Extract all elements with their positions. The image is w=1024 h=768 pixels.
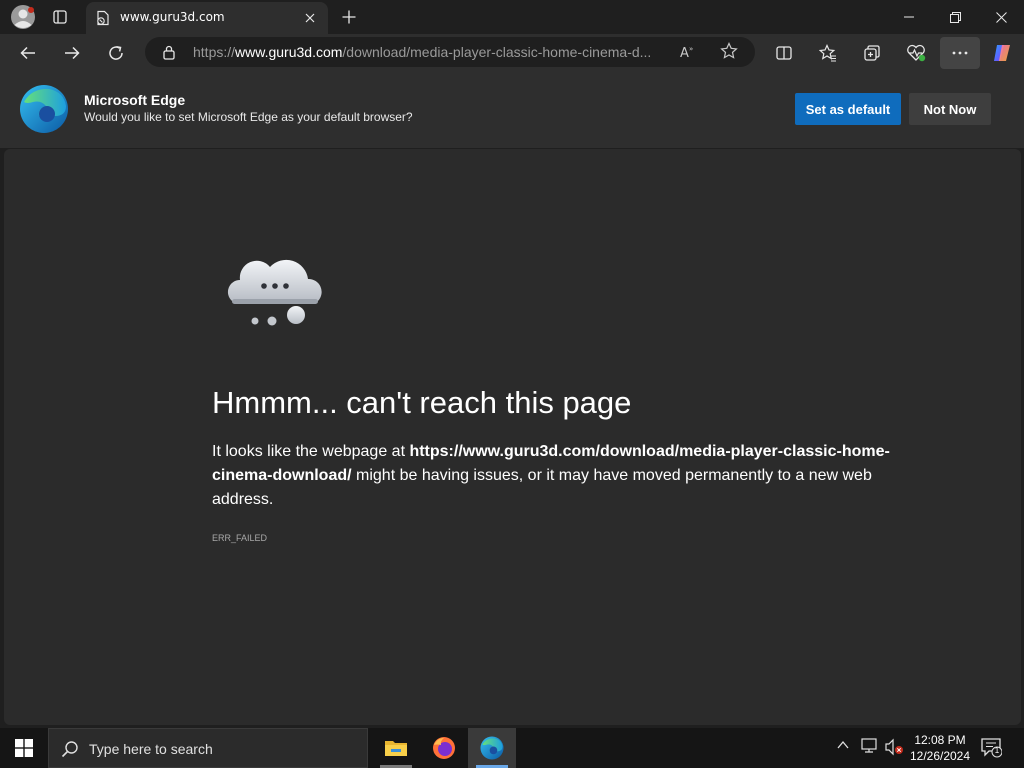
clock[interactable]: 12:08 PM 12/26/2024 bbox=[905, 732, 975, 764]
banner-title: Microsoft Edge bbox=[84, 92, 186, 108]
show-hidden-icons-button[interactable] bbox=[836, 738, 856, 758]
favorites-icon bbox=[819, 44, 836, 62]
close-tab-button[interactable] bbox=[300, 8, 320, 28]
notification-count: 1 bbox=[994, 746, 1000, 755]
tab-actions-button[interactable] bbox=[46, 4, 74, 30]
read-aloud-icon: A » bbox=[680, 45, 693, 61]
back-button[interactable] bbox=[10, 34, 46, 72]
new-tab-button[interactable] bbox=[336, 4, 362, 30]
taskbar-search-box[interactable]: Type here to search bbox=[48, 728, 368, 768]
taskbar-edge[interactable] bbox=[468, 728, 516, 768]
profile-icon bbox=[11, 5, 35, 29]
not-now-button[interactable]: Not Now bbox=[909, 93, 991, 125]
arrow-left-icon bbox=[20, 46, 35, 60]
url-domain: www.guru3d.com bbox=[235, 44, 343, 60]
svg-text:A: A bbox=[680, 46, 689, 61]
collections-button[interactable] bbox=[854, 34, 890, 72]
tab-actions-icon bbox=[53, 10, 67, 24]
arrow-right-icon bbox=[65, 46, 80, 60]
url-text[interactable]: https://www.guru3d.com/download/media-pl… bbox=[193, 44, 653, 60]
title-bar: www.guru3d.com bbox=[0, 0, 1024, 34]
address-bar[interactable]: https://www.guru3d.com/download/media-pl… bbox=[145, 37, 755, 67]
clock-date: 12/26/2024 bbox=[909, 749, 971, 763]
minimize-button[interactable] bbox=[886, 0, 932, 34]
taskbar-file-explorer[interactable] bbox=[372, 728, 420, 768]
taskbar: Type here to search 12:08 PM 12/26/2024 … bbox=[0, 728, 1024, 768]
refresh-button[interactable] bbox=[98, 34, 134, 72]
default-browser-banner: Microsoft Edge Would you like to set Mic… bbox=[0, 72, 1024, 148]
url-path: /download/media-player-classic-home-cine… bbox=[342, 44, 652, 60]
error-code: ERR_FAILED bbox=[212, 533, 268, 543]
refresh-icon bbox=[109, 46, 123, 60]
copilot-button[interactable] bbox=[984, 34, 1020, 72]
edge-icon bbox=[480, 736, 504, 760]
page-error-icon bbox=[97, 10, 109, 26]
forward-button[interactable] bbox=[54, 34, 90, 72]
more-dots-icon bbox=[952, 51, 968, 55]
svg-text:»: » bbox=[689, 45, 693, 53]
cloud-icon bbox=[227, 259, 322, 326]
split-screen-button[interactable] bbox=[766, 34, 802, 72]
navigation-bar: https://www.guru3d.com/download/media-pl… bbox=[0, 34, 1024, 72]
star-icon bbox=[720, 42, 738, 59]
error-description: It looks like the webpage at https://www… bbox=[212, 440, 912, 512]
banner-message: Would you like to set Microsoft Edge as … bbox=[84, 110, 413, 124]
settings-more-button[interactable] bbox=[940, 37, 980, 69]
collections-icon bbox=[864, 45, 880, 61]
split-screen-icon bbox=[776, 46, 792, 60]
copilot-icon bbox=[994, 45, 1010, 61]
volume-button[interactable] bbox=[884, 738, 906, 758]
plus-icon bbox=[342, 10, 356, 24]
lock-icon[interactable] bbox=[162, 44, 176, 60]
set-as-default-button[interactable]: Set as default bbox=[795, 93, 901, 125]
restore-icon bbox=[949, 11, 961, 23]
heart-pulse-icon bbox=[907, 44, 926, 62]
read-aloud-button[interactable]: A » bbox=[678, 42, 700, 62]
folder-icon bbox=[385, 741, 407, 756]
close-icon bbox=[305, 13, 315, 23]
edge-logo-icon bbox=[20, 85, 68, 133]
page-content: Hmmm... can't reach this page It looks l… bbox=[4, 149, 1021, 725]
taskbar-firefox[interactable] bbox=[420, 728, 468, 768]
search-placeholder: Type here to search bbox=[89, 741, 213, 757]
firefox-icon bbox=[433, 737, 455, 759]
tab-title: www.guru3d.com bbox=[120, 10, 225, 24]
favorites-button[interactable] bbox=[810, 34, 846, 72]
url-prefix: https:// bbox=[193, 44, 236, 60]
windows-logo-icon bbox=[15, 739, 33, 757]
close-icon bbox=[995, 11, 1007, 23]
browser-essentials-button[interactable] bbox=[898, 34, 934, 72]
profile-avatar[interactable] bbox=[8, 3, 38, 31]
tab-active[interactable]: www.guru3d.com bbox=[86, 2, 328, 34]
network-icon bbox=[861, 738, 877, 753]
clock-time: 12:08 PM bbox=[914, 733, 966, 747]
network-button[interactable] bbox=[860, 738, 882, 758]
favorite-button[interactable] bbox=[720, 42, 742, 62]
volume-muted-icon bbox=[885, 738, 903, 756]
chevron-up-icon bbox=[837, 740, 849, 749]
search-icon bbox=[61, 741, 78, 758]
minimize-icon bbox=[904, 16, 914, 18]
notification-button[interactable]: 1 bbox=[980, 736, 1006, 760]
close-window-button[interactable] bbox=[978, 0, 1024, 34]
restore-button[interactable] bbox=[932, 0, 978, 34]
error-desc-prefix: It looks like the webpage at bbox=[212, 443, 410, 460]
error-title: Hmmm... can't reach this page bbox=[212, 385, 632, 420]
start-button[interactable] bbox=[0, 728, 48, 768]
